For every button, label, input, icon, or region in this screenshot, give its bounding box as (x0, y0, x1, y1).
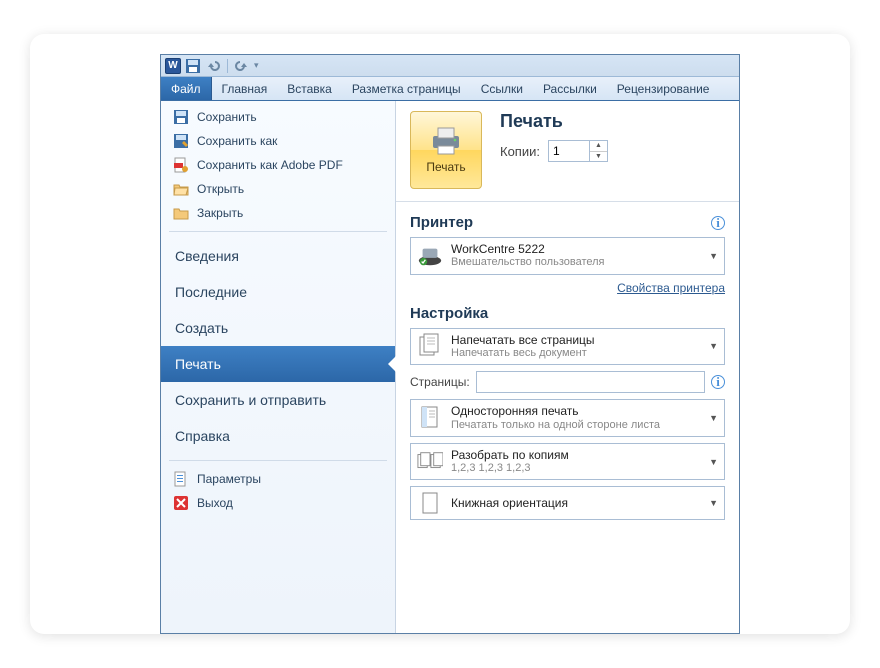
printer-selector[interactable]: WorkCentre 5222 Вмешательство пользовате… (410, 237, 725, 275)
ribbon-tabs: Файл Главная Вставка Разметка страницы С… (161, 77, 739, 101)
pdf-icon (173, 157, 189, 173)
sidebar-item-label: Сохранить как Adobe PDF (197, 158, 343, 172)
tab-file[interactable]: Файл (161, 77, 212, 100)
collate-desc: 1,2,3 1,2,3 1,2,3 (451, 462, 569, 475)
orientation-title: Книжная ориентация (451, 496, 568, 510)
tab-insert[interactable]: Вставка (277, 77, 342, 100)
info-icon[interactable]: i (711, 375, 725, 389)
settings-section-title: Настройка (410, 305, 488, 322)
tab-review[interactable]: Рецензирование (607, 77, 720, 100)
sidebar-item-new[interactable]: Создать (161, 310, 395, 346)
exit-icon (173, 495, 189, 511)
sidebar-item-close[interactable]: Закрыть (161, 201, 395, 225)
sidebar-item-save-as[interactable]: Сохранить как (161, 129, 395, 153)
sidebar-item-label: Открыть (197, 182, 244, 196)
duplex-desc: Печатать только на одной стороне листа (451, 419, 660, 432)
duplex-title: Односторонняя печать (451, 404, 660, 418)
sidebar-item-recent[interactable]: Последние (161, 274, 395, 310)
tab-page-layout[interactable]: Разметка страницы (342, 77, 471, 100)
collate-selector[interactable]: Разобрать по копиям 1,2,3 1,2,3 1,2,3 ▼ (410, 443, 725, 481)
print-panel: Печать Печать Копии: ▲ ▼ (396, 101, 739, 633)
print-what-desc: Напечатать весь документ (451, 347, 595, 360)
printer-name: WorkCentre 5222 (451, 242, 605, 256)
copies-up-icon[interactable]: ▲ (590, 141, 607, 152)
printer-properties-link[interactable]: Свойства принтера (617, 281, 725, 295)
backstage-sidebar: Сохранить Сохранить как Сохранить как Ad… (161, 101, 396, 633)
printer-section-title: Принтер (410, 214, 473, 231)
sidebar-item-label: Параметры (197, 472, 261, 486)
print-button-label: Печать (426, 160, 465, 174)
tab-references[interactable]: Ссылки (471, 77, 533, 100)
quick-access-toolbar: W ▾ (161, 55, 739, 77)
collate-title: Разобрать по копиям (451, 448, 569, 462)
printer-status: Вмешательство пользователя (451, 256, 605, 269)
folder-open-icon (173, 181, 189, 197)
qat-separator (227, 59, 228, 73)
pages-stack-icon (417, 333, 443, 359)
sidebar-item-label: Сохранить (197, 110, 257, 124)
tab-mailings[interactable]: Рассылки (533, 77, 607, 100)
sidebar-item-open[interactable]: Открыть (161, 177, 395, 201)
sidebar-item-save[interactable]: Сохранить (161, 105, 395, 129)
options-icon (173, 471, 189, 487)
chevron-down-icon: ▼ (709, 498, 718, 508)
orientation-selector[interactable]: Книжная ориентация ▼ (410, 486, 725, 520)
sidebar-item-exit[interactable]: Выход (161, 491, 395, 515)
folder-close-icon (173, 205, 189, 221)
info-icon[interactable]: i (711, 216, 725, 230)
sidebar-item-print[interactable]: Печать (161, 346, 395, 382)
chevron-down-icon: ▼ (709, 457, 718, 467)
collate-icon (417, 451, 443, 473)
word-app-icon[interactable]: W (165, 58, 181, 74)
portrait-icon (417, 491, 443, 515)
qat-customize-icon[interactable]: ▾ (254, 60, 259, 71)
chevron-down-icon: ▼ (709, 413, 718, 423)
print-title: Печать (500, 111, 725, 132)
redo-icon[interactable] (234, 58, 250, 74)
copies-label: Копии: (500, 144, 540, 159)
sidebar-item-label: Закрыть (197, 206, 243, 220)
sidebar-item-options[interactable]: Параметры (161, 467, 395, 491)
tab-home[interactable]: Главная (212, 77, 278, 100)
save-icon[interactable] (185, 58, 201, 74)
sidebar-item-info[interactable]: Сведения (161, 238, 395, 274)
printer-icon (429, 126, 463, 156)
print-what-selector[interactable]: Напечатать все страницы Напечатать весь … (410, 328, 725, 366)
save-as-icon (173, 133, 189, 149)
duplex-selector[interactable]: Односторонняя печать Печатать только на … (410, 399, 725, 437)
printer-device-icon (417, 245, 443, 267)
app-window: W ▾ Файл Главная Вставка Разметка страни… (160, 54, 740, 634)
sidebar-separator (169, 460, 387, 461)
pages-input[interactable] (476, 371, 705, 393)
save-icon (173, 109, 189, 125)
sidebar-item-label: Сохранить как (197, 134, 277, 148)
copies-spinner[interactable]: ▲ ▼ (548, 140, 608, 162)
sidebar-item-save-as-pdf[interactable]: Сохранить как Adobe PDF (161, 153, 395, 177)
pages-label: Страницы: (410, 375, 470, 389)
sidebar-item-save-send[interactable]: Сохранить и отправить (161, 382, 395, 418)
copies-down-icon[interactable]: ▼ (590, 152, 607, 162)
divider (396, 201, 739, 202)
sidebar-item-help[interactable]: Справка (161, 418, 395, 454)
chevron-down-icon: ▼ (709, 341, 718, 351)
print-what-title: Напечатать все страницы (451, 333, 595, 347)
sidebar-item-label: Выход (197, 496, 233, 510)
single-side-icon (417, 405, 443, 431)
sidebar-separator (169, 231, 387, 232)
chevron-down-icon: ▼ (709, 251, 718, 261)
undo-icon[interactable] (205, 58, 221, 74)
copies-input[interactable] (549, 141, 589, 161)
print-button[interactable]: Печать (410, 111, 482, 189)
